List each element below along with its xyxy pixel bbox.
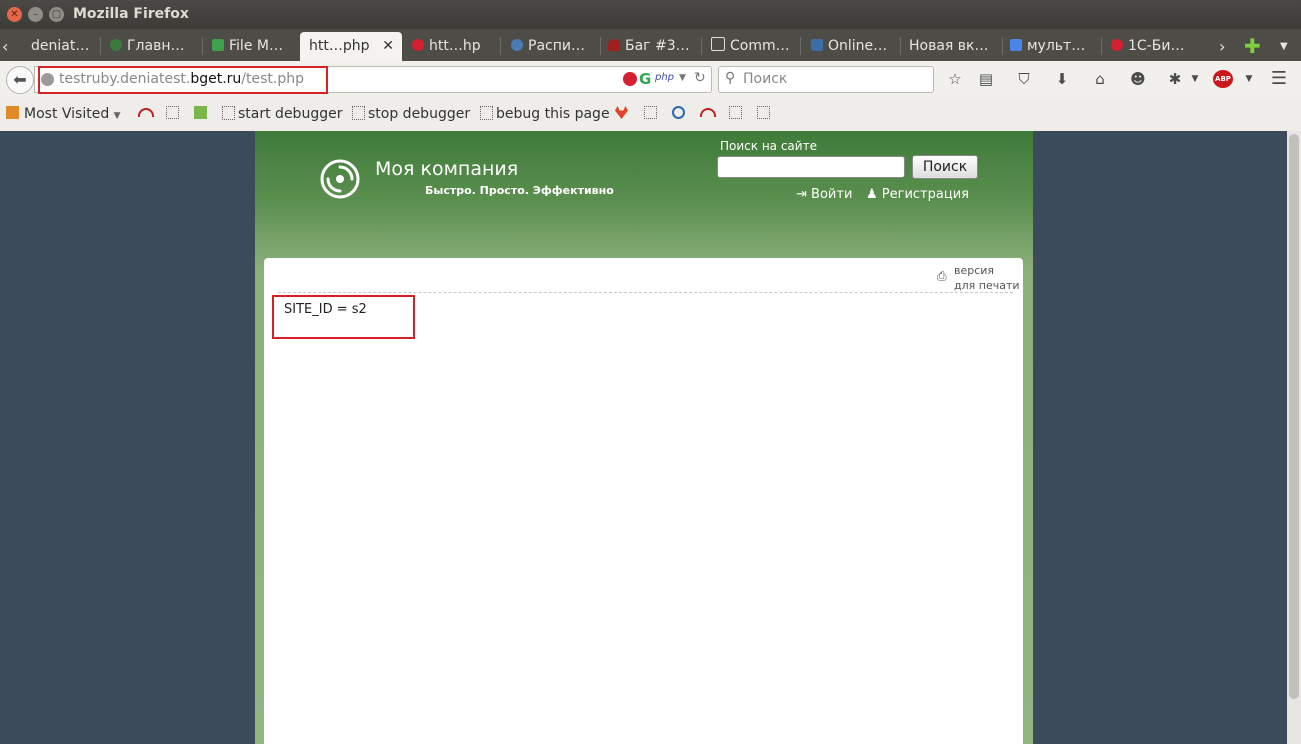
bookmark-star-icon[interactable]: ☆	[946, 70, 964, 88]
online-icon	[811, 39, 823, 51]
content-divider	[278, 292, 1013, 293]
chat-icon[interactable]: ☻	[1129, 70, 1147, 88]
adblock-chevron-down-icon[interactable]: ▼	[1240, 70, 1258, 88]
tab-6[interactable]: Распи…	[511, 32, 597, 61]
most-visited-bookmark[interactable]: Most Visited ▼	[24, 106, 121, 122]
schedule-icon	[511, 39, 523, 51]
stop-debugger-bookmark[interactable]: stop debugger	[352, 106, 470, 122]
blank-bookmark-icon-3[interactable]	[729, 106, 742, 119]
bug-tracker-bookmark-icon[interactable]	[138, 108, 154, 117]
search-icon: ⚲	[725, 70, 736, 86]
company-logo-icon	[320, 159, 360, 199]
firebug-chevron-down-icon[interactable]: ▼	[1186, 70, 1204, 88]
tab-2[interactable]: Главн…	[110, 32, 198, 61]
blank-bookmark-icon-4[interactable]	[757, 106, 770, 119]
scrollbar-thumb[interactable]	[1289, 134, 1299, 699]
minimize-window-button[interactable]: –	[28, 7, 43, 22]
tab-active[interactable]: htt…php ✕	[300, 32, 402, 61]
pocket-icon[interactable]: ⛉	[1015, 70, 1033, 88]
reload-icon[interactable]: ↻	[694, 70, 706, 86]
window-title: Mozilla Firefox	[73, 6, 189, 22]
menu-hamburger-icon[interactable]: ☰	[1270, 70, 1288, 88]
tab-12[interactable]: 1С-Би…	[1111, 32, 1197, 61]
company-slogan: Быстро. Просто. Эффективно	[425, 184, 614, 197]
close-tab-icon[interactable]: ✕	[382, 32, 394, 61]
g-extension-icon[interactable]: G	[639, 70, 651, 88]
site-id-highlight-box	[272, 295, 415, 339]
tab-5[interactable]: htt…hp	[412, 32, 500, 61]
maximize-window-button[interactable]: ▢	[49, 7, 64, 22]
bitrix-extension-icon[interactable]	[623, 72, 637, 86]
schedule-bookmark-icon[interactable]	[672, 106, 685, 119]
company-name: Моя компания	[375, 158, 519, 180]
printer-icon: ⎙	[937, 269, 947, 283]
search-bar[interactable]: ⚲ Поиск	[718, 66, 934, 93]
tab-10[interactable]: Новая вк…	[909, 32, 1001, 61]
user-icon: ♟	[866, 187, 878, 202]
url-dropdown-chevron-down-icon[interactable]: ▼	[679, 73, 686, 83]
bookmarks-bar: Most Visited ▼ start debugger stop debug…	[0, 97, 1301, 132]
bitrix-icon	[110, 39, 122, 51]
gitlab-icon[interactable]	[615, 106, 628, 119]
edit-bookmark-icon[interactable]	[194, 106, 207, 119]
back-button[interactable]: ⬅	[6, 66, 34, 94]
tabs-scroll-left-icon[interactable]: ‹	[2, 32, 18, 61]
home-icon[interactable]: ⌂	[1091, 70, 1109, 88]
google-icon	[1010, 39, 1022, 51]
download-icon[interactable]: ⬇	[1053, 70, 1071, 88]
debug-page-bookmark[interactable]: bebug this page	[480, 106, 610, 122]
tab-list-chevron-down-icon[interactable]: ▼	[1280, 32, 1292, 61]
register-link[interactable]: ♟ Регистрация	[866, 187, 969, 202]
close-window-button[interactable]: ✕	[7, 7, 22, 22]
firebug-icon[interactable]: ✱	[1166, 70, 1184, 88]
tab-1[interactable]: deniat…	[31, 32, 97, 61]
bitrix-red-icon	[1111, 39, 1123, 51]
bitrix-red-icon	[412, 39, 424, 51]
tab-9[interactable]: Online…	[811, 32, 899, 61]
reading-list-icon[interactable]: ▤	[977, 70, 995, 88]
url-highlight-box	[38, 66, 328, 94]
bug-tracker-icon	[608, 39, 620, 51]
login-icon: ⇥	[796, 187, 807, 202]
most-visited-icon	[6, 106, 19, 119]
php-extension-icon[interactable]: php	[655, 72, 674, 83]
blank-bookmark-icon-2[interactable]	[644, 106, 657, 119]
login-link[interactable]: ⇥ Войти	[796, 187, 852, 202]
site-search-button[interactable]: Поиск	[912, 155, 978, 179]
tab-7[interactable]: Баг #3…	[608, 32, 700, 61]
tabs-scroll-right-icon[interactable]: ›	[1219, 32, 1233, 61]
blank-bookmark-icon[interactable]	[166, 106, 179, 119]
site-search-label: Поиск на сайте	[720, 139, 817, 153]
site-search-input[interactable]	[717, 156, 905, 178]
tab-11[interactable]: мульт…	[1010, 32, 1096, 61]
search-placeholder: Поиск	[743, 71, 788, 87]
tab-strip: ‹ deniat… Главн… File M… htt…php ✕ htt…hp…	[0, 29, 1301, 61]
file-manager-icon	[212, 39, 224, 51]
start-debugger-bookmark[interactable]: start debugger	[222, 106, 342, 122]
page-icon	[711, 37, 725, 51]
adblock-icon[interactable]: ABP	[1213, 70, 1233, 88]
print-version-link[interactable]: ⎙ версия для печати	[937, 263, 1020, 293]
tab-3[interactable]: File M…	[212, 32, 292, 61]
tab-8[interactable]: Comm…	[711, 32, 797, 61]
bug-tracker-bookmark-icon-2[interactable]	[700, 108, 716, 117]
new-tab-plus-icon[interactable]: ✚	[1244, 32, 1262, 61]
window-titlebar: ✕ – ▢ Mozilla Firefox	[0, 0, 1301, 29]
